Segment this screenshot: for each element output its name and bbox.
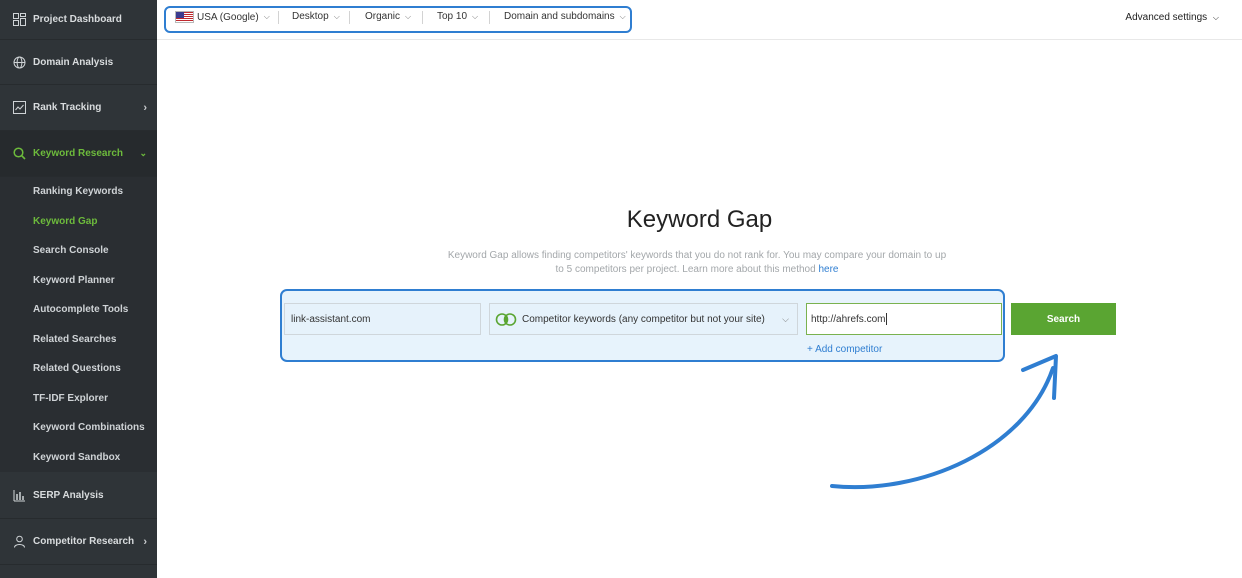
comparison-mode-select[interactable]: Competitor keywords (any competitor but …: [489, 303, 798, 335]
filter-label: Domain and subdomains: [504, 11, 615, 22]
chevron-down-icon: ⌵: [333, 11, 340, 21]
filter-label: Desktop: [292, 11, 329, 22]
filter-label: Top 10: [437, 11, 468, 22]
chevron-down-icon: ⌵: [782, 313, 789, 324]
top-filter-bar: USA (Google) ⌵ Desktop ⌵ Organic ⌵ Top 1…: [157, 0, 1242, 40]
top-results-dropdown[interactable]: Top 10 ⌵: [437, 11, 478, 22]
globe-icon: [12, 55, 26, 69]
page-title: Keyword Gap: [626, 206, 773, 233]
submenu-keyword-combinations[interactable]: Keyword Combinations: [33, 422, 145, 433]
competitor-input[interactable]: http://ahrefs.com: [806, 303, 1002, 335]
search-button[interactable]: Search: [1011, 303, 1116, 335]
sidebar-item-domain-analysis[interactable]: Domain Analysis: [0, 40, 157, 85]
sidebar-item-rank-tracking[interactable]: Rank Tracking ›: [0, 85, 157, 131]
search-type-dropdown[interactable]: Organic ⌵: [365, 11, 411, 22]
description-text: Keyword Gap allows finding competitors' …: [447, 250, 947, 275]
chevron-right-icon: ›: [143, 535, 147, 548]
divider: [422, 11, 423, 24]
sidebar-item-label: Domain Analysis: [33, 56, 114, 68]
chevron-right-icon: ›: [143, 101, 147, 114]
sidebar-item-label: Keyword Research: [33, 148, 124, 159]
submenu-ranking-keywords[interactable]: Ranking Keywords: [33, 186, 123, 197]
search-engine-dropdown[interactable]: USA (Google) ⌵: [175, 11, 270, 23]
device-dropdown[interactable]: Desktop ⌵: [292, 11, 340, 22]
filter-label: Organic: [365, 11, 401, 22]
submenu-keyword-gap[interactable]: Keyword Gap: [33, 216, 97, 227]
usa-flag-icon: [175, 11, 194, 23]
sidebar: Project Dashboard Domain Analysis Rank T…: [0, 0, 157, 578]
divider: [489, 11, 490, 24]
learn-more-link[interactable]: here: [818, 264, 838, 275]
text-cursor: [886, 313, 888, 325]
advanced-settings-button[interactable]: Advanced settings ⌵: [1125, 12, 1219, 23]
venn-icon: [495, 312, 518, 326]
chevron-down-icon: ⌵: [405, 11, 412, 21]
submenu-keyword-sandbox[interactable]: Keyword Sandbox: [33, 452, 120, 463]
submenu-related-questions[interactable]: Related Questions: [33, 363, 121, 374]
divider: [278, 11, 279, 24]
comparison-mode-value: Competitor keywords (any competitor but …: [522, 313, 765, 325]
divider: [349, 11, 350, 24]
bar-chart-icon: [12, 488, 26, 502]
sidebar-item-project-dashboard[interactable]: Project Dashboard: [0, 0, 157, 40]
dashboard-icon: [12, 13, 26, 27]
keyword-research-submenu: Ranking Keywords Keyword Gap Search Cons…: [0, 177, 157, 472]
sidebar-item-label: SERP Analysis: [33, 489, 104, 501]
submenu-autocomplete-tools[interactable]: Autocomplete Tools: [33, 304, 128, 315]
chevron-down-icon: ⌵: [619, 11, 626, 21]
chevron-down-icon: ⌵: [472, 11, 479, 21]
advanced-settings-label: Advanced settings: [1125, 12, 1208, 23]
chevron-down-icon: ⌵: [1212, 13, 1219, 22]
sidebar-item-competitor-research[interactable]: Competitor Research ›: [0, 519, 157, 565]
domain-input[interactable]: link-assistant.com: [284, 303, 481, 335]
user-icon: [12, 535, 26, 549]
sidebar-item-keyword-research[interactable]: Keyword Research ⌄: [0, 131, 157, 177]
sidebar-item-label: Competitor Research: [33, 536, 135, 547]
chart-line-icon: [12, 101, 26, 115]
page-description: Keyword Gap allows finding competitors' …: [447, 249, 947, 277]
domain-input-value: link-assistant.com: [291, 313, 371, 325]
submenu-search-console[interactable]: Search Console: [33, 245, 109, 256]
sidebar-item-label: Project Dashboard: [33, 14, 122, 25]
submenu-related-searches[interactable]: Related Searches: [33, 334, 116, 345]
sidebar-item-serp-analysis[interactable]: SERP Analysis: [0, 472, 157, 519]
domain-scope-dropdown[interactable]: Domain and subdomains ⌵: [504, 11, 626, 22]
pointer-arrow-icon: [830, 354, 1058, 490]
submenu-tf-idf-explorer[interactable]: TF-IDF Explorer: [33, 393, 108, 404]
sidebar-item-label: Rank Tracking: [33, 102, 102, 113]
submenu-keyword-planner[interactable]: Keyword Planner: [33, 275, 115, 286]
filter-label: USA (Google): [197, 11, 259, 23]
search-icon: [12, 147, 26, 161]
competitor-input-value: http://ahrefs.com: [811, 313, 886, 325]
chevron-down-icon: ⌵: [263, 12, 270, 21]
chevron-down-icon: ⌄: [139, 148, 147, 158]
